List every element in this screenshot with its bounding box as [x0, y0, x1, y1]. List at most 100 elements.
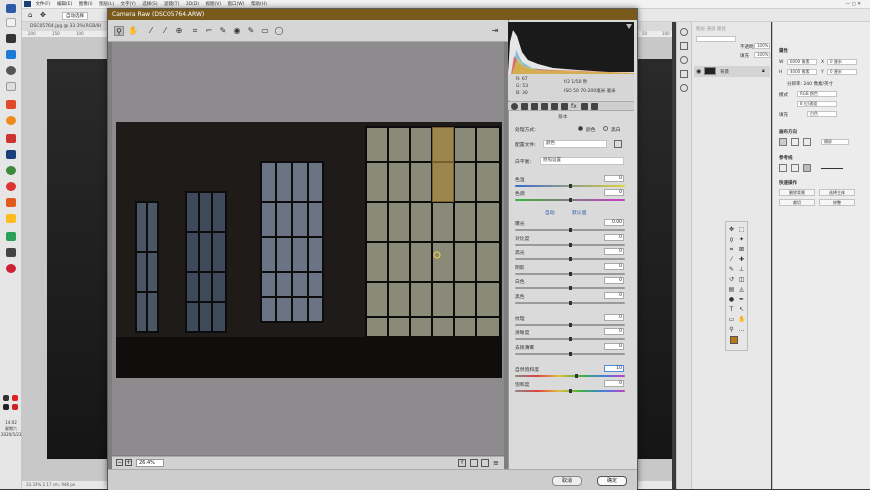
auto-select-field[interactable]: 自动选择 [62, 12, 88, 20]
app-icon[interactable] [6, 50, 16, 59]
menu-file[interactable]: 文件(F) [35, 0, 50, 9]
cancel-button[interactable]: 取消 [552, 476, 582, 486]
layer-filter[interactable] [696, 36, 736, 42]
x-field[interactable]: 0 厘米 [827, 59, 857, 65]
saturation-slider-thumb[interactable] [569, 389, 572, 393]
photoshop-icon[interactable] [6, 150, 16, 159]
temp-value[interactable]: 0 [604, 175, 624, 182]
info-icon[interactable] [680, 28, 688, 36]
tone-curve-tab-icon[interactable] [521, 103, 528, 110]
app-icon[interactable] [6, 264, 16, 273]
basic-tab-icon[interactable] [511, 103, 518, 110]
document-tab[interactable]: DSC05764.jpg @ 33.3%(RGB/8) [30, 24, 101, 29]
highlights-value[interactable]: 0 [604, 248, 624, 255]
tray-icon[interactable] [3, 404, 9, 410]
guide-icon[interactable] [803, 164, 811, 172]
color-icon[interactable] [680, 56, 688, 64]
crop-tool-icon[interactable]: ⌗ [728, 246, 735, 253]
target-adjust-icon[interactable]: ⊕ [174, 26, 184, 36]
history-brush-icon[interactable]: ↺ [728, 276, 735, 283]
saturation-value[interactable]: 0 [604, 380, 624, 387]
guide-icon[interactable] [791, 164, 799, 172]
height-field[interactable]: 4000 像素 [787, 69, 817, 75]
presets-tab-icon[interactable] [591, 103, 598, 110]
eye-icon[interactable]: ◉ [696, 68, 701, 75]
orientation-select[interactable]: 横屏 [821, 139, 849, 145]
app-icon[interactable] [6, 198, 16, 207]
stamp-icon[interactable]: ⊥ [738, 266, 745, 273]
app-icon[interactable] [6, 182, 16, 191]
clarity-slider-thumb[interactable] [569, 337, 572, 341]
trim-button[interactable]: 修整 [819, 199, 855, 206]
contrast-slider-thumb[interactable] [569, 243, 572, 247]
lens-tab-icon[interactable] [561, 103, 568, 110]
color-sampler-icon[interactable]: ⁄ [160, 26, 170, 36]
tray-icon[interactable] [3, 395, 9, 401]
fill-field[interactable]: 100% [754, 52, 770, 58]
y-field[interactable]: 0 厘米 [827, 69, 857, 75]
process-bw-radio[interactable] [603, 126, 608, 131]
layers-tab[interactable]: 图层 通道 路径 [696, 26, 726, 32]
pen-icon[interactable]: ✒ [738, 296, 745, 303]
crop-button[interactable]: 裁切 [779, 199, 815, 206]
radial-filter-icon[interactable]: ◯ [274, 26, 284, 36]
white-balance-icon[interactable]: ⁄ [146, 26, 156, 36]
menu-image[interactable]: 图像(I) [79, 0, 93, 9]
app-icon[interactable] [6, 214, 16, 223]
panel-icon[interactable] [680, 42, 688, 50]
app-icon[interactable] [6, 232, 16, 241]
mode-select[interactable]: RGB 颜色 [797, 91, 837, 97]
opacity-field[interactable]: 100% [754, 43, 770, 49]
texture-value[interactable]: 0 [604, 314, 624, 321]
bits-select[interactable]: 8 位/通道 [797, 101, 837, 107]
eyedropper-icon[interactable]: ⁄ [728, 256, 735, 263]
home-icon[interactable]: ⌂ [28, 11, 32, 19]
foreground-color-swatch[interactable] [730, 336, 738, 344]
taskbar-clock[interactable]: 14:02 星期六 2020/5/23 [1, 420, 22, 438]
app-icon[interactable] [6, 66, 16, 75]
profile-select[interactable]: 颜色 [543, 140, 607, 148]
orient-icon[interactable] [803, 138, 811, 146]
chrome-icon[interactable] [6, 166, 16, 175]
process-color-radio[interactable] [578, 126, 583, 131]
contrast-value[interactable]: 0 [604, 234, 624, 241]
zoom-in-icon[interactable]: + [125, 459, 132, 466]
compare-icon[interactable] [470, 459, 478, 467]
more-icon[interactable]: … [738, 326, 745, 333]
dehaze-value[interactable]: 0 [604, 343, 624, 350]
menu-edit[interactable]: 编辑(E) [57, 0, 72, 9]
hand-tool-icon[interactable]: ✋ [128, 26, 138, 36]
calibration-tab-icon[interactable] [581, 103, 588, 110]
history-icon[interactable] [680, 84, 688, 92]
detail-tab-icon[interactable] [531, 103, 538, 110]
window-controls[interactable]: — ▢ ✕ [846, 0, 861, 9]
move-tool-icon[interactable]: ✥ [40, 11, 46, 19]
shadows-slider-thumb[interactable] [569, 272, 572, 276]
image-preview-area[interactable] [112, 42, 504, 455]
whites-slider-thumb[interactable] [569, 286, 572, 290]
hsl-tab-icon[interactable] [541, 103, 548, 110]
split-toning-tab-icon[interactable] [551, 103, 558, 110]
remove-background-button[interactable]: 删除背景 [779, 189, 815, 196]
eraser-icon[interactable]: ◫ [738, 276, 745, 283]
blur-icon[interactable]: ◬ [738, 286, 745, 293]
dodge-icon[interactable]: ● [728, 296, 735, 303]
app-icon[interactable] [6, 34, 16, 43]
ok-button[interactable]: 确定 [597, 476, 627, 486]
swap-icon[interactable] [481, 459, 489, 467]
app-icon[interactable] [6, 18, 16, 27]
red-eye-icon[interactable]: ◉ [232, 26, 242, 36]
wb-select[interactable]: 原照设置 [540, 157, 624, 165]
magic-wand-icon[interactable]: ✦ [738, 236, 745, 243]
graduated-filter-icon[interactable]: ▭ [260, 26, 270, 36]
tray-icon[interactable] [12, 395, 18, 401]
app-icon[interactable] [6, 134, 16, 143]
dehaze-slider-thumb[interactable] [569, 352, 572, 356]
fill-select[interactable]: 白色 [807, 111, 837, 117]
adjustment-brush-icon[interactable]: ✎ [246, 26, 256, 36]
zoom-icon[interactable]: ⚲ [728, 326, 735, 333]
select-subject-button[interactable]: 选择主体 [819, 189, 855, 196]
brush-icon[interactable]: ✎ [728, 266, 735, 273]
guide-line-style[interactable] [821, 168, 843, 169]
path-select-icon[interactable]: ↖ [738, 306, 745, 313]
